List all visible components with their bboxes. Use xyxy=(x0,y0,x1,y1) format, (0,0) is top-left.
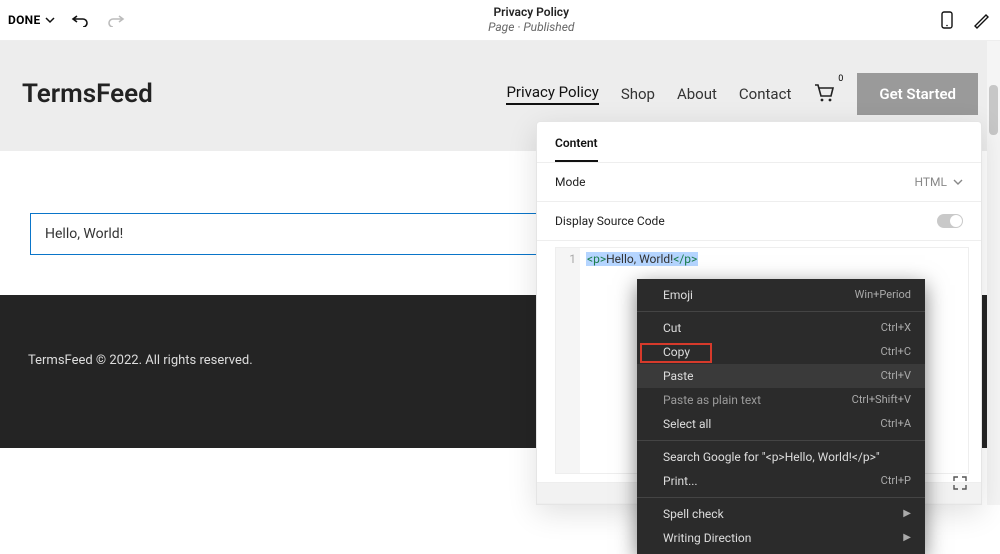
mode-row[interactable]: Mode HTML xyxy=(537,163,981,201)
ctx-divider xyxy=(637,497,925,498)
page-status: Page · Published xyxy=(488,20,574,35)
ctx-copy-shortcut: Ctrl+C xyxy=(880,344,911,360)
redo-icon xyxy=(107,13,125,27)
ctx-emoji-label: Emoji xyxy=(663,287,693,303)
cart-count: 0 xyxy=(838,74,843,84)
tab-content[interactable]: Content xyxy=(555,136,598,162)
chevron-down-icon xyxy=(45,15,55,25)
code-selection: <p>Hello, World!</p> xyxy=(586,252,698,266)
get-started-button[interactable]: Get Started xyxy=(857,73,978,115)
ctx-search-google[interactable]: Search Google for "<p>Hello, World!</p>" xyxy=(637,445,925,469)
undo-icon xyxy=(71,13,89,27)
styles-button[interactable] xyxy=(970,9,992,31)
ctx-select-all[interactable]: Select all Ctrl+A xyxy=(637,412,925,436)
ctx-paste-label: Paste xyxy=(663,368,694,384)
line-number: 1 xyxy=(569,252,576,266)
ctx-select-all-shortcut: Ctrl+A xyxy=(880,416,911,432)
code-content[interactable]: <p>Hello, World!</p> xyxy=(580,248,592,473)
ctx-select-all-label: Select all xyxy=(663,416,711,432)
ctx-writing-label: Writing Direction xyxy=(663,530,751,546)
redo-button[interactable] xyxy=(105,9,127,31)
done-label: DONE xyxy=(8,13,41,27)
mode-label: Mode xyxy=(555,175,585,189)
ctx-copy[interactable]: Copy Ctrl+C xyxy=(637,340,925,364)
submenu-arrow-icon: ▶ xyxy=(903,506,911,522)
ctx-paste-plain[interactable]: Paste as plain text Ctrl+Shift+V xyxy=(637,388,925,412)
page-scrollbar-thumb[interactable] xyxy=(989,85,998,135)
mode-value: HTML xyxy=(915,175,948,189)
ctx-paste-plain-label: Paste as plain text xyxy=(663,392,761,408)
ctx-cut-shortcut: Ctrl+X xyxy=(881,320,911,336)
code-open-tag: <p> xyxy=(587,252,606,266)
mode-value-wrap: HTML xyxy=(915,175,964,189)
code-gutter: 1 xyxy=(556,248,580,473)
site-brand[interactable]: TermsFeed xyxy=(22,79,153,109)
cart-icon xyxy=(813,82,835,102)
page-title: Privacy Policy xyxy=(488,5,574,20)
nav-link-shop[interactable]: Shop xyxy=(621,85,655,103)
divider xyxy=(537,240,981,241)
editor-topbar: DONE Privacy Policy Page · Published xyxy=(0,0,1000,41)
mobile-icon xyxy=(941,11,953,29)
source-label: Display Source Code xyxy=(555,214,665,228)
device-preview-button[interactable] xyxy=(936,9,958,31)
ctx-paste-shortcut: Ctrl+V xyxy=(881,368,911,384)
editor-topbar-right xyxy=(936,9,992,31)
ctx-spell-label: Spell check xyxy=(663,506,724,522)
page-scrollbar-track[interactable] xyxy=(987,41,1000,505)
ctx-spell-check[interactable]: Spell check ▶ xyxy=(637,502,925,526)
ctx-paste[interactable]: Paste Ctrl+V xyxy=(637,364,925,388)
site-nav: Privacy Policy Shop About Contact 0 Get … xyxy=(506,73,978,115)
ctx-print[interactable]: Print... Ctrl+P xyxy=(637,469,925,493)
cart-button[interactable]: 0 xyxy=(813,82,835,106)
chevron-down-icon xyxy=(953,177,963,187)
editor-topbar-left: DONE xyxy=(8,9,127,31)
ctx-cut-label: Cut xyxy=(663,320,681,336)
source-row: Display Source Code xyxy=(537,202,981,240)
ctx-print-label: Print... xyxy=(663,473,698,489)
ctx-print-shortcut: Ctrl+P xyxy=(881,473,911,489)
done-button[interactable]: DONE xyxy=(8,13,55,27)
ctx-emoji[interactable]: Emoji Win+Period xyxy=(637,283,925,307)
ctx-search-label: Search Google for "<p>Hello, World!</p>" xyxy=(663,449,880,465)
ctx-writing-direction[interactable]: Writing Direction ▶ xyxy=(637,526,925,550)
ctx-copy-label: Copy xyxy=(663,344,690,360)
code-text: Hello, World! xyxy=(606,252,673,266)
footer-text: TermsFeed © 2022. All rights reserved. xyxy=(28,353,253,368)
content-panel-tabs: Content xyxy=(537,122,981,162)
ctx-divider xyxy=(637,440,925,441)
submenu-arrow-icon: ▶ xyxy=(903,530,911,546)
nav-link-about[interactable]: About xyxy=(677,85,717,103)
context-menu: Emoji Win+Period Cut Ctrl+X Copy Ctrl+C Pas… xyxy=(637,279,925,554)
source-toggle[interactable] xyxy=(937,214,963,228)
paintbrush-icon xyxy=(972,11,990,29)
ctx-cut[interactable]: Cut Ctrl+X xyxy=(637,316,925,340)
ctx-emoji-shortcut: Win+Period xyxy=(855,287,911,303)
ctx-paste-plain-shortcut: Ctrl+Shift+V xyxy=(852,392,911,408)
expand-icon xyxy=(952,475,968,491)
expand-button[interactable] xyxy=(949,472,971,494)
ctx-divider xyxy=(637,311,925,312)
nav-link-privacy[interactable]: Privacy Policy xyxy=(506,83,598,105)
undo-button[interactable] xyxy=(69,9,91,31)
editor-page-info: Privacy Policy Page · Published xyxy=(488,5,574,35)
code-close-tag: </p> xyxy=(673,252,697,266)
nav-link-contact[interactable]: Contact xyxy=(739,85,791,103)
